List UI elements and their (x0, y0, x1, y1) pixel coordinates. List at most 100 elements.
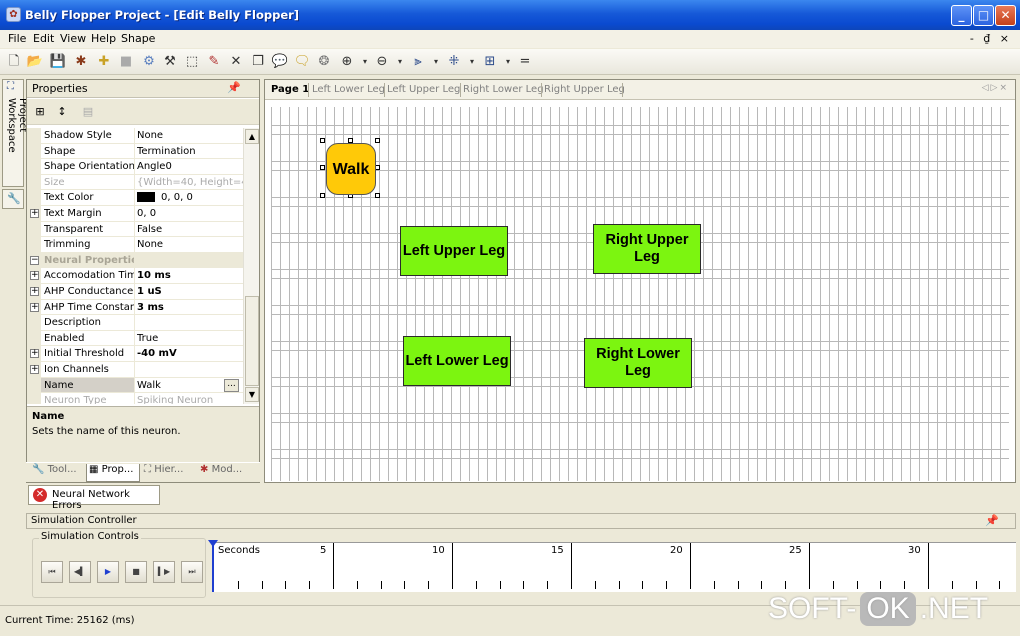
skip-end-button[interactable]: ⏭ (181, 561, 203, 583)
menu-view[interactable]: View (60, 32, 86, 45)
property-value[interactable]: None (137, 239, 243, 250)
menu-shape[interactable]: Shape (121, 32, 155, 45)
equal-icon[interactable]: = (515, 52, 535, 72)
property-value[interactable]: Angle0 (137, 161, 243, 172)
expand-icon[interactable]: + (30, 302, 39, 312)
expand-icon[interactable]: + (30, 287, 39, 296)
tab-right-lower-leg[interactable]: Right Lower Leg (463, 84, 544, 95)
tools-icon[interactable]: ⚒ (160, 52, 180, 72)
open-icon[interactable]: 📂 (25, 52, 45, 72)
property-category[interactable]: − Neural Properties (27, 252, 243, 269)
property-row[interactable]: + AHP Time Constant 3 ms (27, 299, 243, 316)
property-value-color[interactable]: 0, 0, 0 (137, 192, 243, 203)
property-row[interactable]: Shape Termination (27, 143, 243, 160)
tab-nav-arrows[interactable]: ◁▷× (982, 83, 1009, 93)
zoom-in-icon[interactable]: ⊕ (337, 52, 357, 72)
ellipsis-button[interactable]: ... (224, 378, 239, 392)
property-value[interactable]: None (137, 130, 243, 141)
size-icon[interactable]: ⊞ (480, 52, 500, 72)
selection-handle[interactable] (320, 165, 325, 170)
property-row[interactable]: Enabled True (27, 330, 243, 347)
menu-edit[interactable]: Edit (33, 32, 54, 45)
property-value[interactable]: -40 mV (137, 348, 243, 359)
chevron-down-icon[interactable]: ▾ (426, 52, 446, 72)
diagram-canvas[interactable]: Walk Left Upper Leg Right Upper Leg Left… (271, 107, 1009, 481)
add-organism-icon[interactable]: ✱ (71, 52, 91, 72)
sort-alpha-icon[interactable]: ↕ (53, 103, 71, 121)
neuron-left-upper-leg[interactable]: Left Upper Leg (400, 226, 508, 276)
selection-handle[interactable] (320, 193, 325, 198)
selection-handle[interactable] (320, 138, 325, 143)
copy-icon[interactable]: ❐ (248, 52, 268, 72)
property-row[interactable]: Neuron Type Spiking Neuron (27, 393, 243, 404)
property-scrollbar[interactable]: ▲ ▼ (243, 128, 259, 404)
neuron-walk[interactable]: Walk (326, 143, 376, 195)
simulation-timeline[interactable]: Seconds 5 10 15 20 25 30 (208, 540, 1016, 592)
property-value[interactable]: 0, 0 (137, 208, 243, 219)
scroll-down-icon[interactable]: ▼ (245, 387, 259, 402)
tab-hierarchy[interactable]: ⛶ Hier... (142, 464, 196, 482)
expand-icon[interactable]: + (30, 365, 39, 374)
property-row[interactable]: + Text Margin 0, 0 (27, 206, 243, 222)
menu-help[interactable]: Help (91, 32, 116, 45)
delete-icon[interactable]: ✕ (226, 52, 246, 72)
property-row[interactable]: Shape Orientation Angle0 (27, 159, 243, 175)
pin-icon[interactable]: 📌 (227, 81, 241, 94)
tab-properties[interactable]: ▦ Prop... (86, 464, 140, 482)
property-row[interactable]: Transparent False (27, 221, 243, 238)
tab-left-lower-leg[interactable]: Left Lower Leg (312, 84, 385, 95)
property-row[interactable]: Text Color 0, 0, 0 (27, 190, 243, 206)
tab-right-upper-leg[interactable]: Right Upper Leg (544, 84, 625, 95)
select-icon[interactable]: ⬚ (182, 52, 202, 72)
chevron-down-icon[interactable]: ▾ (390, 52, 410, 72)
pin-icon[interactable]: 📌 (985, 514, 999, 527)
property-value[interactable]: Termination (137, 146, 243, 157)
tab-modules[interactable]: ✱ Mod... (198, 464, 254, 482)
categorized-icon[interactable]: ⊞ (31, 103, 49, 121)
collapse-icon[interactable]: − (30, 255, 39, 265)
scroll-thumb[interactable] (245, 296, 259, 386)
neuron-right-lower-leg[interactable]: Right Lower Leg (584, 338, 692, 388)
property-pages-icon[interactable]: ▤ (79, 103, 97, 121)
property-row[interactable]: + AHP Conductance 1 uS (27, 284, 243, 300)
tab-page-1[interactable]: Page 1 (271, 84, 309, 95)
close-button[interactable]: ✕ (995, 5, 1016, 26)
property-row[interactable]: Shadow Style None (27, 128, 243, 144)
property-value[interactable]: 10 ms (137, 270, 243, 281)
property-row-selected[interactable]: Name Walk... (27, 377, 243, 394)
property-row[interactable]: Size {Width=40, Height=40} (27, 174, 243, 191)
skip-start-button[interactable]: ⏮ (41, 561, 63, 583)
expand-icon[interactable]: + (30, 349, 39, 359)
tab-toolbox[interactable]: 🔧 Tool... (30, 464, 82, 482)
expand-icon[interactable]: + (30, 209, 39, 218)
play-button[interactable]: ▶ (97, 561, 119, 583)
time-marker[interactable] (208, 540, 218, 547)
add-item-icon[interactable]: ✚ (94, 52, 114, 72)
property-value[interactable]: 3 ms (137, 302, 243, 313)
tab-neural-network-errors[interactable]: ✕ Neural Network Errors (28, 485, 160, 511)
new-icon[interactable]: 🗋 (4, 52, 24, 72)
minimize-button[interactable]: _ (951, 5, 972, 26)
expand-icon[interactable]: + (30, 271, 39, 281)
zoom-out-icon[interactable]: ⊖ (372, 52, 392, 72)
property-value[interactable]: False (137, 224, 243, 235)
property-value[interactable]: 1 uS (137, 286, 243, 297)
neuron-right-upper-leg[interactable]: Right Upper Leg (593, 224, 701, 274)
gear-icon[interactable]: ❂ (314, 52, 334, 72)
align-icon[interactable]: ⫸ (408, 52, 428, 72)
property-value[interactable]: True (137, 333, 243, 344)
settings-icon[interactable]: ⚙ (139, 52, 159, 72)
tab-tools[interactable]: 🔧 (2, 189, 24, 209)
mdi-controls[interactable]: - ₫ × (970, 32, 1012, 45)
property-row[interactable]: + Ion Channels (27, 362, 243, 378)
note-icon[interactable]: 🗨 (292, 52, 312, 72)
maximize-button[interactable]: □ (973, 5, 994, 26)
tab-left-upper-leg[interactable]: Left Upper Leg (387, 84, 460, 95)
property-row[interactable]: + Accomodation Time 10 ms (27, 268, 243, 284)
neuron-left-lower-leg[interactable]: Left Lower Leg (403, 336, 511, 386)
comment-icon[interactable]: 💬 (270, 52, 290, 72)
scroll-up-icon[interactable]: ▲ (245, 129, 259, 144)
pencil-icon[interactable]: ✎ (204, 52, 224, 72)
distribute-icon[interactable]: ⁜ (444, 52, 464, 72)
step-back-button[interactable]: ◀▍ (69, 561, 91, 583)
